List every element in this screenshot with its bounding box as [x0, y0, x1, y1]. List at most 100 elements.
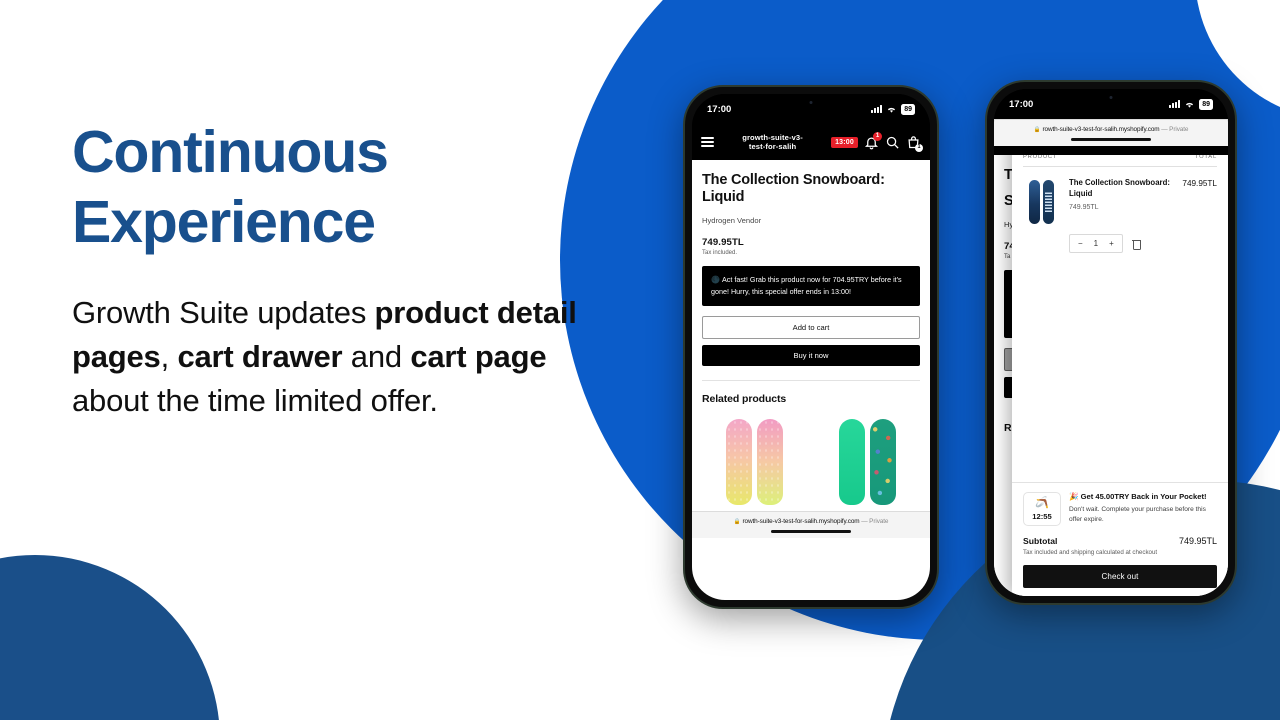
related-products-title: Related products: [702, 392, 787, 405]
cart-bag-icon[interactable]: 1: [906, 135, 923, 152]
subcopy-text-4: about the time limited offer.: [72, 383, 438, 419]
subcopy-bold-2: cart drawer: [177, 339, 343, 375]
offer-countdown: 🪃 12:55: [1023, 492, 1061, 526]
phone2-status-bar: 17:00 89: [994, 89, 1228, 119]
lock-icon: 🔒: [1033, 127, 1041, 133]
address-bar-url: 🔒 rowth-suite-v3-test-for-salih.myshopify…: [692, 518, 930, 525]
related-product-card[interactable]: [702, 414, 807, 511]
notification-bell-icon[interactable]: 1: [864, 131, 882, 150]
cart-item-name[interactable]: The Collection Snowboard: Liquid: [1069, 178, 1173, 200]
cart-drawer-footer: 🪃 12:55 🎉 Get 45.00TRY Back in Your Pock…: [1012, 482, 1228, 596]
headline-line-1: Continuous: [72, 119, 389, 185]
phone2-notch: [1068, 89, 1154, 108]
moon-emoji-icon: 🌑: [711, 274, 720, 284]
bell-badge-count: 1: [873, 131, 882, 141]
related-product-card[interactable]: [815, 414, 920, 511]
snowboard-thumb-right: [1043, 180, 1054, 224]
store-name: growth-suite-v3- test-for-salih: [720, 133, 825, 152]
marketing-copy: Continuous Experience Growth Suite updat…: [72, 118, 592, 423]
home-indicator: [771, 529, 851, 533]
section-divider: [702, 379, 920, 381]
menu-icon[interactable]: [701, 137, 714, 147]
rocket-icon: 🪃: [1035, 497, 1049, 509]
subcopy-text-2: ,: [160, 339, 178, 375]
store-header: growth-suite-v3- test-for-salih 13:00 1 …: [692, 124, 930, 160]
front-camera-icon: [809, 101, 813, 104]
page-title: Continuous Experience: [72, 118, 592, 257]
status-time: 17:00: [1009, 98, 1034, 110]
add-to-cart-button[interactable]: Add to cart: [702, 315, 920, 339]
subcopy-bold-3: cart page: [410, 339, 547, 375]
status-indicators: 89: [1169, 98, 1213, 110]
subtotal-value: 749.95TL: [1178, 536, 1217, 546]
quantity-decrease-button[interactable]: −: [1078, 239, 1083, 248]
browser-address-bar[interactable]: 🔒 rowth-suite-v3-test-for-salih.myshopify…: [994, 119, 1228, 146]
buy-it-now-button[interactable]: Buy it now: [702, 344, 920, 366]
front-camera-icon: [1109, 96, 1113, 99]
related-products-grid: [702, 414, 920, 511]
countdown-timer-badge: 13:00: [831, 136, 858, 148]
browser-address-bar[interactable]: 🔒 rowth-suite-v3-test-for-salih.myshopify…: [692, 510, 930, 538]
snowboard-thumb: [839, 418, 865, 505]
snowboard-thumb: [757, 418, 783, 505]
cart-column-headers: PRODUCT TOTAL: [1012, 154, 1228, 166]
product-tax-note: Tax included.: [702, 249, 738, 256]
offer-title-text: Get 45.00TRY Back in Your Pocket!: [1080, 492, 1207, 501]
headline-line-2: Experience: [72, 188, 376, 255]
phone-mockup-cart-drawer: 17:00 89 T S Hy 74 Ta R PRODUCT TOTAL Th…: [985, 80, 1237, 605]
trash-icon[interactable]: [1131, 238, 1142, 250]
status-indicators: 89: [871, 103, 915, 115]
checkout-button[interactable]: Check out: [1023, 565, 1217, 588]
address-bar-url: 🔒 rowth-suite-v3-test-for-salih.myshopify…: [994, 126, 1228, 133]
promo-banner-text: Act fast! Grab this product now for 704.…: [711, 274, 902, 296]
pdp-content: The Collection Snowboard: Liquid Hydroge…: [692, 160, 930, 511]
search-glyph: [886, 136, 899, 149]
snowboard-pattern: [870, 418, 896, 505]
lock-icon: 🔒: [733, 518, 741, 525]
url-text: rowth-suite-v3-test-for-salih.myshopify.…: [742, 517, 860, 525]
quantity-value[interactable]: 1: [1094, 239, 1098, 248]
cart-drawer-page: T S Hy 74 Ta R Your cart PRODUCT: [994, 119, 1228, 596]
store-name-line-2: test-for-salih: [748, 142, 797, 151]
battery-icon: 89: [901, 103, 915, 115]
store-name-line-1: growth-suite-v3-: [742, 132, 803, 142]
offer-countdown-value: 12:55: [1032, 512, 1052, 521]
subtotal-label: Subtotal: [1023, 536, 1058, 546]
offer-text-block: 🎉 Get 45.00TRY Back in Your Pocket! Don'…: [1069, 492, 1217, 525]
quantity-increase-button[interactable]: +: [1109, 239, 1114, 248]
phone2-screen: 17:00 89 T S Hy 74 Ta R PRODUCT TOTAL Th…: [994, 89, 1228, 596]
phone-mockup-product-detail: 17:00 89 growth-suite-v3- test-for-salih…: [683, 85, 939, 609]
signal-icon: [1169, 100, 1181, 108]
phone1-notch: [768, 94, 854, 113]
wifi-icon: [1186, 102, 1194, 108]
quantity-stepper[interactable]: − 1 +: [1069, 234, 1123, 253]
page-subtitle: Growth Suite updates product detail page…: [72, 291, 592, 423]
offer-title: 🎉 Get 45.00TRY Back in Your Pocket!: [1069, 492, 1217, 502]
subcopy-text-1: Growth Suite updates: [72, 295, 375, 331]
snowboard-pattern: [757, 418, 783, 505]
signal-icon: [871, 105, 883, 113]
quantity-controls: − 1 +: [1012, 226, 1228, 253]
product-price: 749.95TL: [702, 236, 744, 248]
battery-icon: 89: [1199, 98, 1213, 110]
snowboard-pattern: [726, 418, 752, 505]
subtotal-note: Tax included and shipping calculated at …: [1023, 549, 1158, 556]
url-text: rowth-suite-v3-test-for-salih.myshopify.…: [1042, 126, 1160, 133]
wifi-icon: [888, 107, 896, 113]
search-icon[interactable]: [885, 135, 900, 150]
subcopy-text-3: and: [342, 339, 411, 375]
private-label: — Private: [861, 517, 889, 525]
cart-drawer: Your cart PRODUCT TOTAL The Collection S…: [1012, 119, 1228, 596]
cart-item-unit-price: 749.95TL: [1069, 203, 1099, 211]
cart-badge-count: 1: [915, 143, 923, 152]
status-time: 17:00: [707, 103, 732, 115]
cart-item-info: The Collection Snowboard: Liquid 749.95T…: [1069, 178, 1173, 226]
subtotal-row: Subtotal 749.95TL: [1023, 536, 1217, 546]
snowboard-thumb-left: [1029, 180, 1040, 224]
navy-circle-bottom-left: [0, 555, 220, 720]
cart-item-line-total: 749.95TL: [1182, 179, 1217, 188]
home-indicator: [1071, 138, 1151, 141]
private-label: — Private: [1161, 126, 1189, 133]
product-thumbnail[interactable]: [1023, 178, 1060, 226]
urgency-promo-banner: 🌑 Act fast! Grab this product now for 704…: [702, 265, 920, 306]
